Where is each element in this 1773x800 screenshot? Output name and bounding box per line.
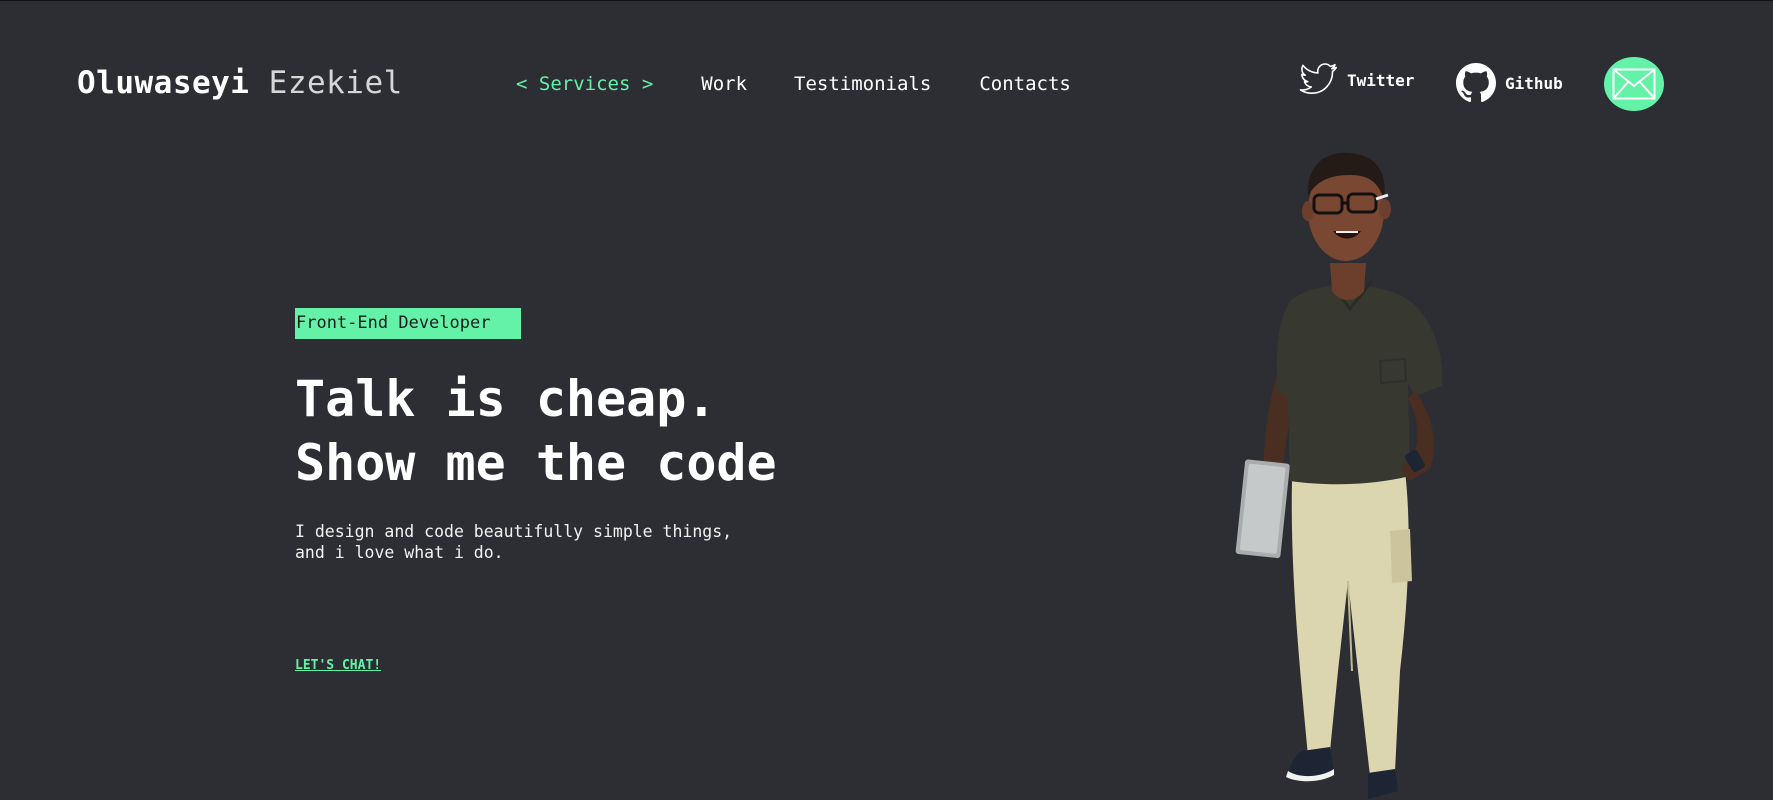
github-link[interactable]: Github xyxy=(1456,63,1563,103)
lets-chat-link[interactable]: LET'S CHAT! xyxy=(295,658,381,673)
twitter-label: Twitter xyxy=(1347,70,1415,90)
brand-last-name: Ezekiel xyxy=(268,65,403,101)
role-badge: Front-End Developer xyxy=(295,308,521,339)
tagline-line-1: I design and code beautifully simple thi… xyxy=(295,522,733,541)
envelope-icon xyxy=(1612,68,1656,100)
headline-line-1: Talk is cheap. xyxy=(295,370,717,428)
twitter-icon xyxy=(1299,63,1337,94)
brand-logo[interactable]: Oluwaseyi Ezekiel xyxy=(77,65,403,101)
github-label: Github xyxy=(1505,73,1563,93)
nav-services[interactable]: < Services > xyxy=(516,73,653,95)
main-nav: < Services > Work Testimonials Contacts xyxy=(516,73,1071,95)
mail-button[interactable] xyxy=(1604,57,1664,111)
nav-testimonials[interactable]: Testimonials xyxy=(794,73,931,95)
headline-line-2: Show me the code xyxy=(295,434,777,492)
github-icon xyxy=(1456,63,1496,103)
brand-first-name: Oluwaseyi xyxy=(77,65,250,101)
nav-work[interactable]: Work xyxy=(701,73,747,95)
tagline-line-2: and i love what i do. xyxy=(295,543,504,562)
nav-contacts[interactable]: Contacts xyxy=(979,73,1071,95)
developer-avatar-illustration xyxy=(1235,152,1443,799)
twitter-link[interactable]: Twitter xyxy=(1298,63,1414,97)
hero-tagline: I design and code beautifully simple thi… xyxy=(295,521,732,563)
hero-headline: Talk is cheap. Show me the code xyxy=(295,367,777,495)
